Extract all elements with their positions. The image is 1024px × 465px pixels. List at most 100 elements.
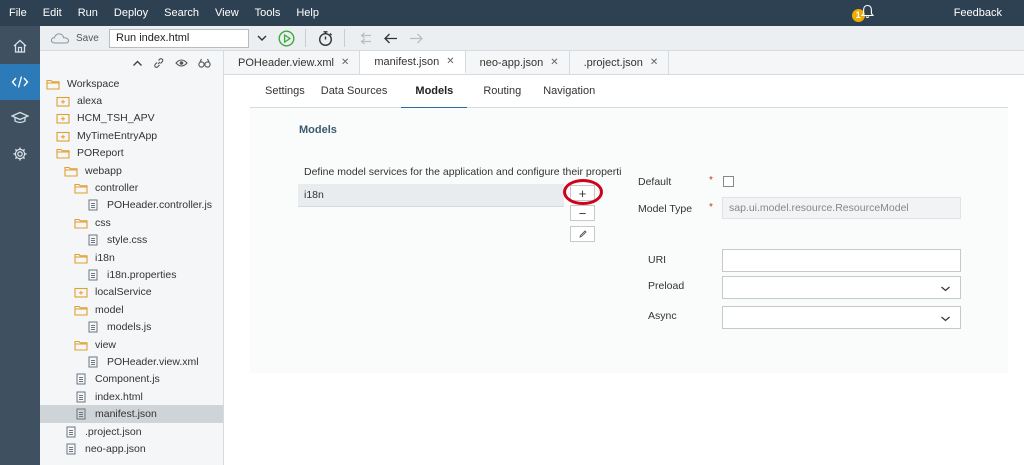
notifications-button[interactable]: 1	[850, 0, 880, 26]
tree-item-label: localService	[95, 286, 152, 299]
navigate-forward-button[interactable]	[403, 26, 429, 51]
project-folder-icon	[56, 95, 70, 107]
subtab-routing[interactable]: Routing	[475, 75, 535, 108]
tree-list: Workspace alexa HCM_TSH_APV MyTimeEntryApp P…	[40, 75, 223, 458]
feedback-link[interactable]: Feedback	[954, 7, 1024, 19]
file-icon	[64, 426, 78, 438]
project-folder-icon	[56, 112, 70, 125]
tree-item[interactable]: .project.json	[40, 423, 223, 440]
required-marker: *	[709, 175, 713, 186]
menu-run[interactable]: Run	[70, 0, 106, 26]
model-list-item[interactable]: i18n	[298, 184, 564, 207]
preload-select[interactable]	[722, 276, 961, 299]
close-icon[interactable]: ✕	[341, 57, 349, 68]
uri-input[interactable]	[722, 249, 961, 272]
tree-item[interactable]: neo-app.json	[40, 440, 223, 457]
tree-item-label: POHeader.controller.js	[107, 199, 213, 212]
folder-icon	[74, 182, 88, 194]
tree-item[interactable]: POHeader.controller.js	[40, 197, 223, 214]
folder-icon	[64, 165, 78, 177]
collapse-up-icon[interactable]	[132, 58, 143, 69]
run-with-options-button[interactable]	[312, 26, 338, 51]
development-button[interactable]	[0, 64, 40, 100]
file-icon	[74, 373, 88, 385]
tree-item[interactable]: models.js	[40, 318, 223, 335]
tree-item[interactable]: view	[40, 336, 223, 353]
menu-edit[interactable]: Edit	[35, 0, 70, 26]
menu-search[interactable]: Search	[156, 0, 207, 26]
tree-item[interactable]: Component.js	[40, 371, 223, 388]
file-icon	[86, 321, 100, 333]
tree-item[interactable]: model	[40, 301, 223, 318]
home-icon	[13, 39, 27, 53]
tree-item-label: manifest.json	[95, 408, 157, 421]
navigate-back-button[interactable]	[377, 26, 403, 51]
eye-icon[interactable]	[175, 58, 188, 68]
tree-item[interactable]: controller	[40, 179, 223, 196]
menu-view[interactable]: View	[207, 0, 247, 26]
tree-item-label: i18n.properties	[107, 268, 177, 281]
tree-item[interactable]: alexa	[40, 92, 223, 109]
binoculars-icon[interactable]	[198, 58, 211, 68]
close-icon[interactable]: ✕	[650, 57, 658, 68]
menu-file[interactable]: File	[0, 0, 35, 26]
edit-model-button[interactable]	[570, 226, 595, 242]
tree-item[interactable]: POHeader.view.xml	[40, 353, 223, 370]
tree-item[interactable]: MyTimeEntryApp	[40, 127, 223, 144]
subtab-settings[interactable]: Settings	[250, 75, 313, 108]
tree-header	[40, 51, 223, 75]
run-config-select[interactable]: Run index.html	[109, 28, 267, 48]
save-button[interactable]: Save	[50, 32, 106, 44]
tree-item[interactable]: index.html	[40, 388, 223, 405]
menu-tools[interactable]: Tools	[247, 0, 289, 26]
tree-item[interactable]: localService	[40, 284, 223, 301]
tree-item[interactable]: webapp	[40, 162, 223, 179]
menu-deploy[interactable]: Deploy	[106, 0, 156, 26]
tree-item[interactable]: style.css	[40, 232, 223, 249]
subtab-models[interactable]: Models	[399, 75, 468, 109]
tab-label: .project.json	[583, 56, 643, 69]
arrow-right-icon	[409, 33, 423, 43]
tree-item[interactable]: POReport	[40, 145, 223, 162]
tab-poheader-view-xml[interactable]: POHeader.view.xml ✕	[224, 51, 361, 74]
toolbar-separator	[344, 29, 345, 47]
tree-item[interactable]: HCM_TSH_APV	[40, 110, 223, 127]
tree-item-label: HCM_TSH_APV	[77, 112, 155, 125]
tree-item[interactable]: css	[40, 214, 223, 231]
workspace-tree-panel: Workspace alexa HCM_TSH_APV MyTimeEntryApp P…	[40, 51, 224, 465]
tree-item[interactable]: i18n.properties	[40, 266, 223, 283]
preferences-button[interactable]	[0, 136, 40, 172]
subtab-navigation[interactable]: Navigation	[535, 75, 603, 108]
learning-button[interactable]	[0, 100, 40, 136]
go-to-first-button[interactable]	[351, 26, 377, 51]
file-icon	[86, 356, 100, 368]
menu-help[interactable]: Help	[288, 0, 327, 26]
tree-item-label: index.html	[95, 390, 143, 403]
tree-item[interactable]: i18n	[40, 249, 223, 266]
tab-project-json[interactable]: .project.json ✕	[570, 51, 670, 74]
stopwatch-icon	[318, 30, 332, 46]
run-button[interactable]	[273, 26, 299, 51]
async-select[interactable]	[722, 306, 961, 329]
default-checkbox[interactable]	[723, 176, 734, 187]
main-toolbar: Save Run index.html	[40, 26, 1024, 51]
arrow-left-icon	[383, 33, 397, 43]
tab-neo-app-json[interactable]: neo-app.json ✕	[466, 51, 570, 74]
default-label: Default	[638, 176, 672, 188]
close-icon[interactable]: ✕	[550, 57, 558, 68]
toolbar-separator	[305, 29, 306, 47]
tree-item-label: neo-app.json	[85, 442, 146, 455]
settings-icon	[13, 147, 27, 161]
close-icon[interactable]: ✕	[446, 56, 454, 67]
tab-manifest-json[interactable]: manifest.json ✕	[360, 51, 466, 74]
tree-item[interactable]: manifest.json	[40, 405, 223, 423]
folder-icon	[56, 147, 70, 159]
remove-model-button[interactable]: −	[570, 205, 595, 221]
subtab-data-sources[interactable]: Data Sources	[313, 75, 396, 108]
play-circle-icon	[277, 29, 295, 47]
link-editor-icon[interactable]	[153, 57, 165, 69]
home-button[interactable]	[0, 28, 40, 64]
tree-item[interactable]: Workspace	[40, 75, 223, 92]
tree-item-label: css	[95, 216, 111, 229]
tree-item-label: Workspace	[67, 77, 120, 90]
